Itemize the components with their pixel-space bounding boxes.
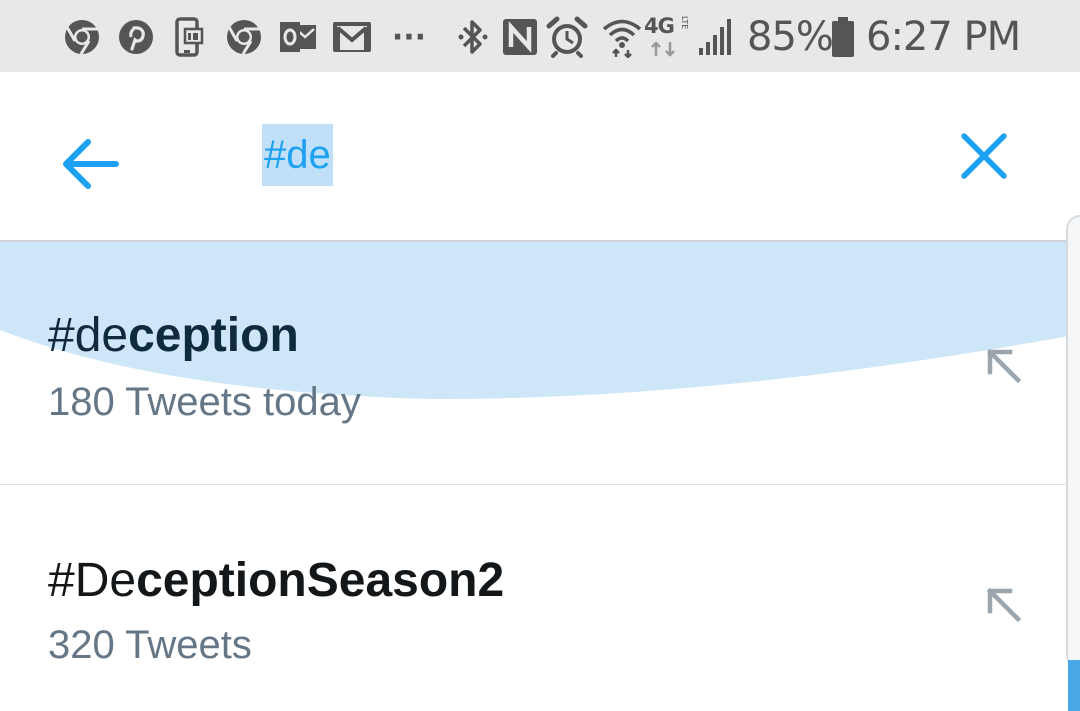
hashtag-completion-part: ceptionSeason2 (136, 554, 505, 607)
arrow-up-left-icon (986, 587, 1022, 623)
caller-id-icon (172, 14, 206, 60)
alarm-icon (546, 14, 588, 60)
hashtag-typed-part: #De (48, 554, 137, 607)
search-input[interactable]: #de (262, 124, 333, 186)
search-suggestions-list: #deception 180 Tweets today #DeceptionSe… (0, 242, 1080, 711)
more-dots-icon: ··· (386, 14, 432, 60)
back-button[interactable] (50, 124, 130, 204)
suggestion-hashtag: #deception (48, 308, 299, 363)
tweet-count: 180 Tweets today (48, 380, 361, 424)
fill-query-button[interactable] (978, 579, 1030, 631)
pinterest-icon (116, 14, 156, 60)
4g-lte-icon: 4G LTE (644, 14, 694, 60)
hashtag-completion-part: ception (128, 309, 299, 362)
clear-search-button[interactable] (944, 116, 1024, 196)
nfc-icon (500, 14, 540, 60)
search-header: #de (0, 72, 1080, 242)
tweet-count: 320 Tweets (48, 623, 252, 667)
outlook-icon (278, 14, 318, 60)
arrow-up-left-icon (986, 348, 1022, 384)
close-icon (961, 133, 1007, 179)
edge-accent (1068, 660, 1080, 711)
more-dots-label: ··· (391, 19, 427, 55)
back-arrow-icon (63, 139, 119, 189)
status-time: 6:27 PM (866, 14, 1021, 60)
network-type-label: 4G (644, 14, 675, 38)
suggestion-item[interactable]: #DeceptionSeason2 320 Tweets (0, 485, 1080, 711)
bluetooth-icon (456, 14, 490, 60)
chrome-icon (62, 14, 102, 60)
hashtag-typed-part: #de (48, 309, 129, 362)
battery-percent: 85% (747, 14, 834, 60)
fill-query-button[interactable] (978, 340, 1030, 392)
search-query-text[interactable]: #de (262, 124, 333, 186)
signal-icon (696, 14, 736, 60)
edge-panel-handle[interactable] (1066, 215, 1080, 669)
chrome-icon (224, 14, 264, 60)
suggestion-item[interactable]: #deception 180 Tweets today (0, 242, 1080, 485)
network-sub-label: LTE (680, 16, 689, 30)
wifi-icon (602, 14, 642, 60)
suggestion-hashtag: #DeceptionSeason2 (48, 553, 504, 608)
status-bar: ··· 4G LTE 85% 6:27 PM (0, 0, 1080, 72)
battery-icon (830, 14, 856, 60)
gmail-icon (330, 14, 374, 60)
